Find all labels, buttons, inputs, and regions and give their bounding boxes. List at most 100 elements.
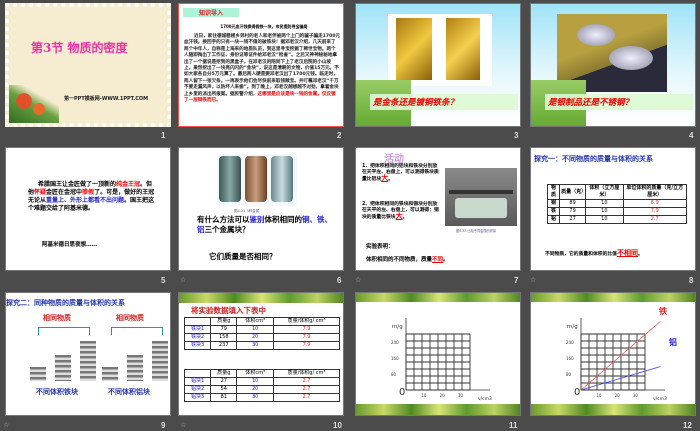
header-cell: 体积（立方厘米） (585, 184, 624, 200)
text-blue: 鉴别 (249, 215, 265, 224)
slide-number: 9 (161, 421, 166, 430)
header-cell: 质量/体积g/ cm³ (272, 369, 341, 378)
cell: 10 (585, 207, 624, 216)
question-2: 它们质量是否相同？ (209, 252, 277, 261)
animation-icon[interactable]: ☆ (180, 421, 186, 429)
slide-caption: 是银制品还是不锈钢？ (545, 94, 693, 110)
cell: 81 (210, 393, 238, 402)
iron-block-large (80, 341, 96, 381)
label-left: 相同物质 (43, 314, 71, 322)
activity-title: 活动 (384, 154, 404, 165)
slide-thumbnail-3[interactable]: 是金条还是镀铜铁条？ (355, 3, 521, 127)
table-header-row: 质量g 体积cm³ 质量/体积g/ cm³ (183, 369, 341, 378)
x-tick-label: 20 (440, 393, 446, 398)
article-text: 近日，家住德城稳楼乡郊村的老人和老伴被两个上门的骗子骗走1700元血汗钱。换回手… (184, 34, 341, 97)
cell: 10 (585, 199, 624, 208)
slide-thumbnail-6[interactable]: 图4-22 3种金属 有什么方法可以鉴别体积相同的铜、铁、铝三个金属块？ 它们质… (178, 147, 344, 271)
text: 三个金属块？ (204, 225, 250, 234)
conclusion-label: 实验表明： (366, 244, 394, 250)
x-tick-label: 10 (421, 393, 427, 398)
cell: 2.7 (622, 215, 687, 224)
slide-number: 6 (337, 276, 342, 285)
table-row: 铜 89 10 8.9 (546, 199, 687, 208)
cell: 30 (236, 341, 274, 350)
slide-footer: 第一PPT模板网-WWW.1PPT.COM (64, 96, 149, 102)
cell: 2.7 (272, 385, 341, 394)
iron-block-small (30, 367, 46, 381)
animation-icon[interactable]: ☆ (180, 276, 186, 284)
gold-bars-image (388, 14, 492, 86)
leaf-banner-top (356, 293, 520, 302)
slide-number: 4 (689, 131, 694, 140)
flower-decoration (9, 85, 59, 123)
activity-item-1: 1、把体积相同的铝块和铁块分别放在天平左、右盘上，可以测得铁块质量比铝块大。 (362, 164, 439, 182)
al-block-large (152, 341, 168, 381)
text-blue: 重量上、外形上都看不出问题 (46, 197, 125, 204)
slide-thumbnail-2[interactable]: 知识导入 1700元血汗钱换得假铁一块，市民提防寻宝骗局 近日，家住德城稳楼乡郊… (178, 3, 344, 127)
slide-thumbnail-1[interactable]: 第3节 物质的密度 第一PPT模板网-WWW.1PPT.COM (5, 3, 171, 127)
table-row: 铝块3 81 30 2.7 (183, 393, 341, 402)
y-tick-label: 240 (391, 340, 399, 345)
slide-number: 10 (333, 421, 342, 430)
cell: 7.9 (272, 333, 341, 342)
animation-icon[interactable]: ☆ (3, 421, 9, 429)
cell: 7.9 (272, 325, 341, 334)
table-row: 铝块1 27 10 2.7 (183, 377, 341, 386)
slide-thumbnail-12[interactable]: m/g v/cm3 0 80 160 240 10 20 30 铁 铝 (530, 292, 696, 416)
story-text: 希腊国王让金匠做了一顶新的纯金王冠。但他怀疑金匠在金冠中掺假了。可是，做好的王冠… (28, 181, 158, 213)
leaf-banner (179, 293, 343, 303)
table-row: 铁 79 10 7.9 (546, 207, 687, 216)
caption-right: 不同体积铝块 (108, 388, 150, 396)
conclusion: 体积相同的不同物质，质量不同。 (366, 257, 449, 263)
cell: 铝块1 (183, 377, 212, 386)
slide-number: 2 (337, 131, 342, 140)
slide-title: 将实验数据填入下表中 (191, 306, 266, 315)
table-row: 铝块2 54 20 2.7 (183, 385, 341, 394)
slide-thumbnail-8[interactable]: 探究一：不同物质的质量与体积的关系 物质 质量（克） 体积（立方厘米） 单位体积的质量… (530, 147, 696, 271)
animation-icon[interactable]: ☆ (355, 276, 361, 284)
header-cell: 质量（克） (559, 184, 587, 200)
image-caption: 图4-22 3种金属 (234, 209, 260, 213)
cell: 30 (236, 393, 274, 402)
caption-left: 不同体积铁块 (36, 388, 78, 396)
text: 金匠在金冠中 (46, 189, 83, 196)
x-tick-label: 30 (458, 393, 464, 398)
y-axis-label: m/g (392, 324, 403, 330)
slide-title: 第3节 物质的密度 (31, 41, 128, 55)
slide-thumbnail-11[interactable]: m/g v/cm3 0 80 160 240 10 20 30 (355, 292, 521, 416)
aluminum-data-table: 质量g 体积cm³ 质量/体积g/ cm³ 铝块1 27 10 2.7 铝块2 54 20 2.… (183, 369, 341, 402)
density-table: 物质 质量（克） 体积（立方厘米） 单位体积的质量（克/立方厘米） 铜 89 10 8.9 … (546, 184, 687, 224)
header-cell: 质量g (210, 369, 238, 378)
iron-block-medium (55, 355, 71, 381)
text-red: 纯金王冠 (116, 181, 141, 188)
mass-volume-chart-empty: m/g v/cm3 0 80 160 240 10 20 30 (391, 318, 492, 402)
slide-thumbnail-7[interactable]: 活动 1、把体积相同的铝块和铁块分别放在天平左、右盘上，可以测得铁块质量比铝块大… (355, 147, 521, 271)
text: 希腊国王让金匠做了一顶新的 (38, 181, 117, 188)
text: 1、把体积相同的铝块和铁块分别放在天平左、右盘上，可以测得铁块质量比铝块 (362, 164, 439, 182)
cell: 79 (210, 325, 238, 334)
cell: 89 (559, 199, 587, 208)
cell: 158 (210, 333, 238, 342)
cell: 54 (210, 385, 238, 394)
table-header-row: 质量g 体积cm³ 质量/体积g/ cm³ (183, 317, 341, 326)
header-cell: 体积cm³ (236, 317, 274, 326)
slide-caption: 是金条还是镀铜铁条？ (370, 94, 518, 110)
slide-thumbnail-4[interactable]: 是银制品还是不锈钢？ (530, 3, 696, 127)
cell: 10 (236, 325, 274, 334)
y-tick-label: 80 (391, 372, 397, 377)
slide-thumbnail-9[interactable]: 探究二：同种物质的质量与体积的关系 相同物质 相同物质 不同体积铁块 不同体积铝… (5, 292, 171, 416)
table-row: 铁块1 79 10 7.9 (183, 325, 341, 334)
metal-cylinders-image (217, 154, 297, 206)
cell: 27 (559, 215, 587, 224)
slide-title: 探究二：同种物质的质量与体积的关系 (6, 299, 125, 307)
header-cell: 单位体积的质量（克/立方厘米） (622, 184, 687, 200)
slide-thumbnail-5[interactable]: 希腊国王让金匠做了一顶新的纯金王冠。但他怀疑金匠在金冠中掺假了。可是，做好的王冠… (5, 147, 171, 271)
header-cell (183, 369, 212, 378)
x-tick-label: 20 (615, 393, 621, 398)
slide-thumbnail-10[interactable]: 将实验数据填入下表中 质量g 体积cm³ 质量/体积g/ cm³ 铁块1 79 10 7.… (178, 292, 344, 416)
al-block-small (102, 367, 118, 381)
animation-icon[interactable]: ☆ (530, 276, 536, 284)
mass-volume-chart: m/g v/cm3 0 80 160 240 10 20 30 (566, 318, 667, 402)
origin-label: 0 (399, 387, 405, 398)
activity-item-2: 2、把体积相同的铁块和铜块分别放在天平的左、右盘上，可以测得：铜块的质量比铁块大… (362, 202, 439, 220)
